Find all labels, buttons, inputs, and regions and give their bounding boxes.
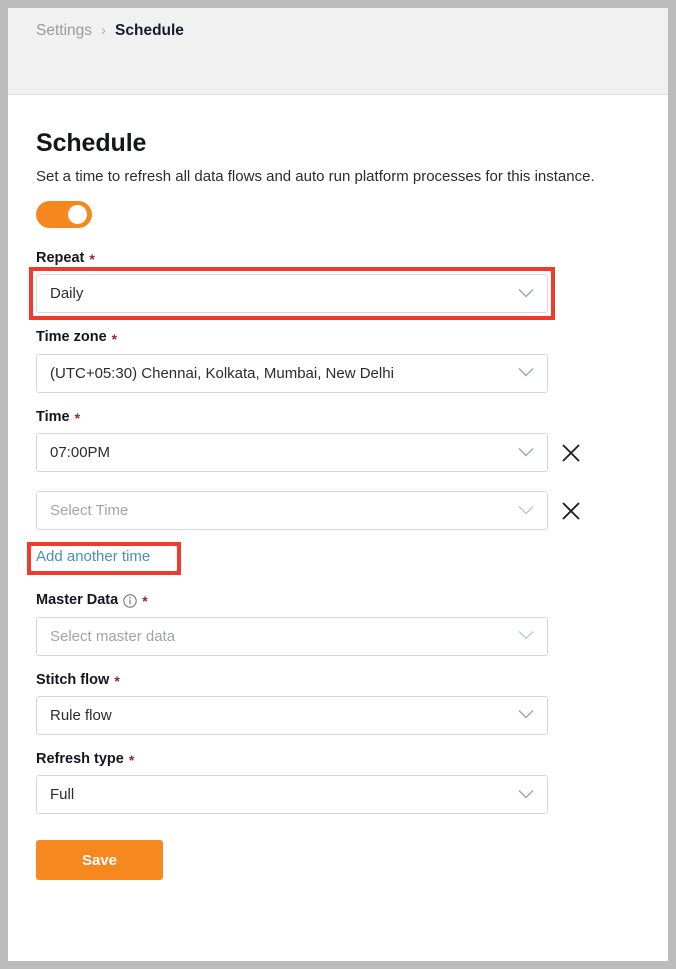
time-row-2: Select Time — [36, 491, 640, 530]
time-row-1: 07:00PM — [36, 433, 640, 472]
schedule-enabled-toggle[interactable] — [36, 201, 92, 228]
page-title: Schedule — [36, 129, 640, 158]
required-indicator: * — [112, 331, 117, 348]
field-label-time: Time * — [36, 409, 640, 426]
repeat-select[interactable]: Daily — [36, 274, 548, 313]
required-indicator: * — [129, 752, 134, 769]
field-stitch-flow: Stitch flow * Rule flow — [36, 672, 640, 735]
save-button[interactable]: Save — [36, 840, 163, 880]
repeat-select-value: Daily — [50, 285, 83, 302]
refresh-type-select-value: Full — [50, 786, 74, 803]
timezone-select-value: (UTC+05:30) Chennai, Kolkata, Mumbai, Ne… — [50, 365, 394, 382]
field-label-master-data: Master Data * — [36, 592, 640, 609]
chevron-down-icon — [518, 365, 534, 382]
add-time-highlight-wrapper: Add another time — [36, 548, 150, 566]
required-indicator: * — [114, 673, 119, 690]
field-timezone: Time zone * (UTC+05:30) Chennai, Kolkata… — [36, 329, 640, 392]
stitch-flow-select-value: Rule flow — [50, 707, 112, 724]
remove-time-2-icon[interactable] — [560, 500, 582, 522]
page-description: Set a time to refresh all data flows and… — [36, 168, 640, 185]
chevron-down-icon — [518, 502, 534, 519]
add-time-container: Add another time — [36, 548, 640, 566]
field-time: Time * 07:00PM Select Time — [36, 409, 640, 530]
chevron-down-icon — [518, 707, 534, 724]
label-text-stitch-flow: Stitch flow — [36, 672, 109, 689]
breadcrumb-bar: Settings › Schedule — [8, 8, 668, 95]
field-repeat: Repeat * Daily — [36, 250, 640, 313]
field-label-repeat: Repeat * — [36, 250, 640, 267]
field-label-refresh-type: Refresh type * — [36, 751, 640, 768]
time-select-2-value: Select Time — [50, 502, 128, 519]
breadcrumb-current-schedule: Schedule — [115, 22, 184, 40]
stitch-flow-select[interactable]: Rule flow — [36, 696, 548, 735]
time-select-1[interactable]: 07:00PM — [36, 433, 548, 472]
field-label-timezone: Time zone * — [36, 329, 640, 346]
settings-content: Schedule Set a time to refresh all data … — [8, 95, 668, 880]
field-label-stitch-flow: Stitch flow * — [36, 672, 640, 689]
toggle-knob — [68, 205, 87, 224]
time-select-2[interactable]: Select Time — [36, 491, 548, 530]
chevron-down-icon — [518, 628, 534, 645]
label-text-repeat: Repeat — [36, 250, 84, 267]
master-data-select-value: Select master data — [50, 628, 175, 645]
app-window: Settings › Schedule Schedule Set a time … — [8, 8, 668, 961]
chevron-down-icon — [518, 285, 534, 302]
time-select-1-value: 07:00PM — [50, 444, 110, 461]
chevron-down-icon — [518, 786, 534, 803]
field-refresh-type: Refresh type * Full — [36, 751, 640, 814]
master-data-select[interactable]: Select master data — [36, 617, 548, 656]
field-master-data: Master Data * Select master data — [36, 592, 640, 655]
refresh-type-select[interactable]: Full — [36, 775, 548, 814]
chevron-down-icon — [518, 444, 534, 461]
repeat-highlight-wrapper: Daily — [36, 274, 548, 313]
label-text-timezone: Time zone — [36, 329, 107, 346]
breadcrumb: Settings › Schedule — [36, 22, 184, 40]
remove-time-1-icon[interactable] — [560, 442, 582, 464]
required-indicator: * — [142, 593, 147, 610]
required-indicator: * — [89, 251, 94, 268]
info-circle-icon[interactable] — [123, 594, 137, 608]
label-text-time: Time — [36, 409, 70, 426]
label-text-refresh-type: Refresh type — [36, 751, 124, 768]
required-indicator: * — [75, 410, 80, 427]
add-another-time-link[interactable]: Add another time — [36, 548, 150, 565]
breadcrumb-separator-icon: › — [101, 23, 106, 38]
breadcrumb-link-settings[interactable]: Settings — [36, 22, 92, 40]
label-text-master-data: Master Data — [36, 592, 118, 609]
timezone-select[interactable]: (UTC+05:30) Chennai, Kolkata, Mumbai, Ne… — [36, 354, 548, 393]
